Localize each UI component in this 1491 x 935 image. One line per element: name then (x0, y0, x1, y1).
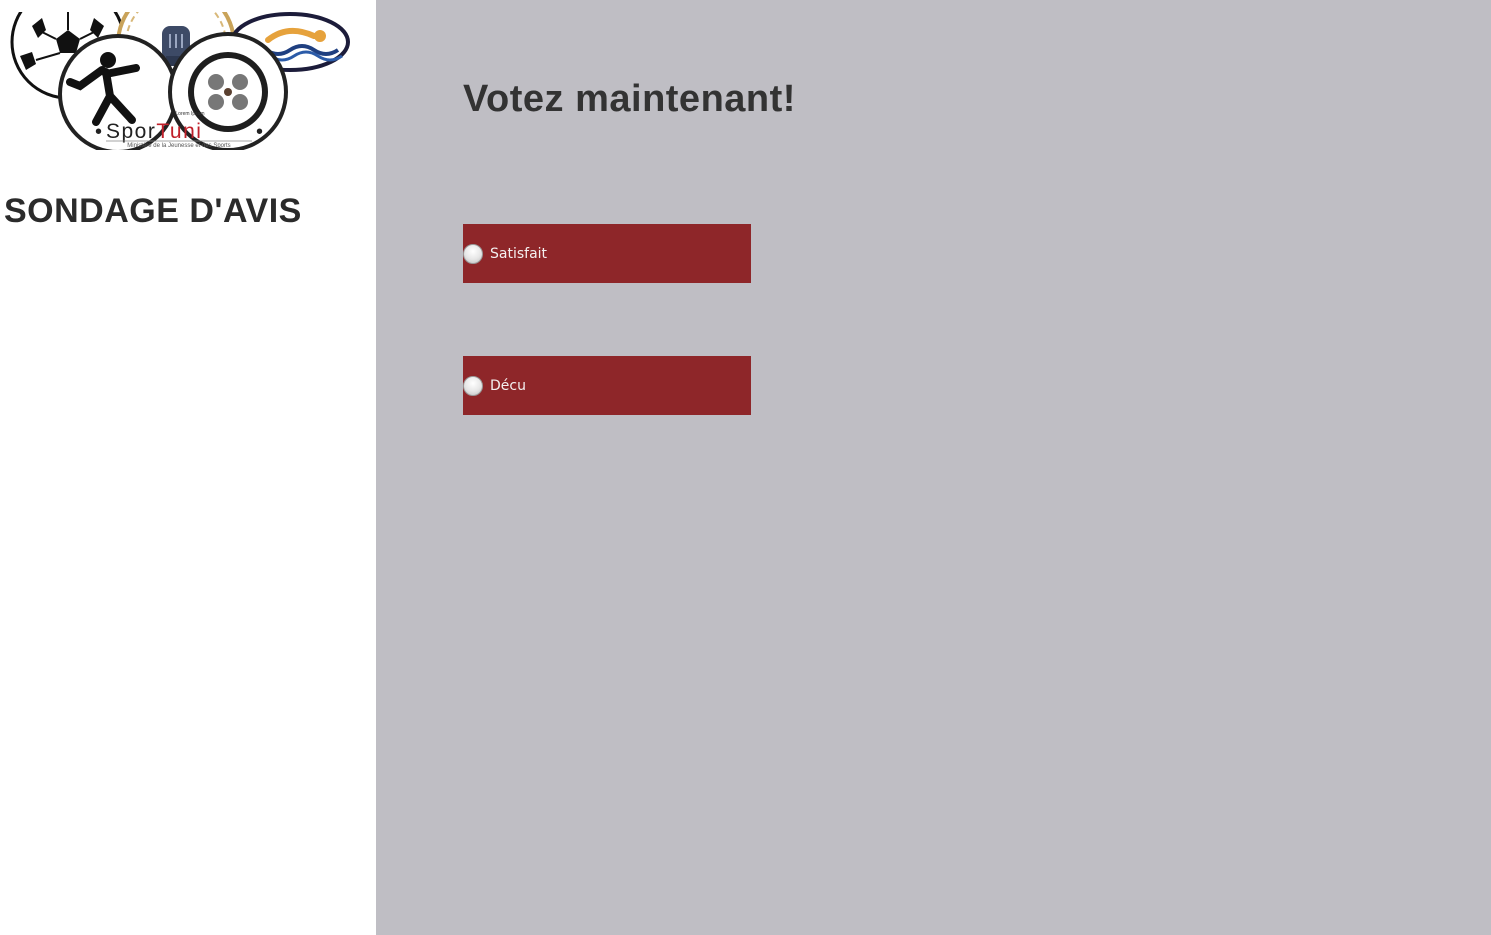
poll-option-label: Décu (490, 377, 526, 394)
main-content: Votez maintenant! Satisfait Décu (376, 0, 1491, 935)
poll-option-decu[interactable]: Décu (463, 356, 751, 415)
sidebar-title: SONDAGE D'AVIS (4, 192, 302, 230)
page-heading: Votez maintenant! (463, 78, 796, 120)
svg-text:Lorem Ipsum: Lorem Ipsum (175, 111, 204, 117)
svg-text:•: • (95, 121, 102, 143)
poll-option-label: Satisfait (490, 245, 548, 262)
svg-text:Ministère de la Jeunesse et de: Ministère de la Jeunesse et des Sports (127, 143, 230, 149)
radio-button-decu[interactable] (463, 375, 483, 396)
radio-button-satisfait[interactable] (463, 243, 483, 264)
poll-option-satisfait[interactable]: Satisfait (463, 224, 751, 283)
sidebar: • SporTuni • Ministère de la Jeunesse et… (0, 0, 376, 935)
sportuni-logo[interactable]: • SporTuni • Ministère de la Jeunesse et… (10, 12, 352, 150)
svg-text:SporTuni: SporTuni (106, 120, 202, 143)
svg-text:•: • (256, 121, 263, 143)
